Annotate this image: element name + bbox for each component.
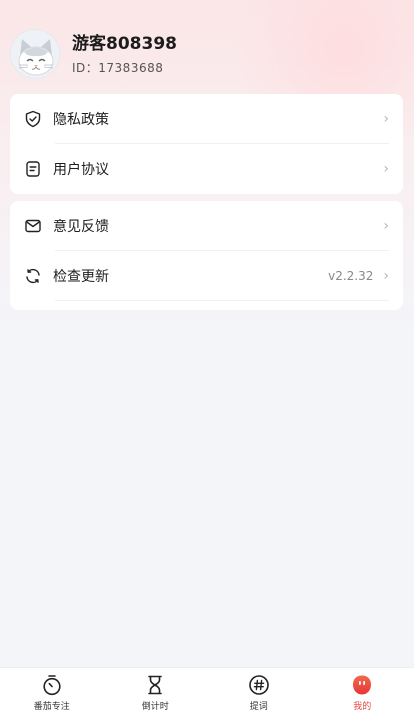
mail-icon — [23, 216, 43, 236]
menu-item-label: 用户协议 — [53, 162, 109, 178]
menu-item-label: 隐私政策 — [53, 112, 109, 128]
avatar[interactable] — [10, 29, 60, 79]
hourglass-icon — [144, 674, 166, 696]
hashtag-icon — [248, 674, 270, 696]
chevron-right-icon: › — [383, 111, 389, 127]
version-text: v2.2.32 — [328, 269, 374, 283]
menu-item-check-update[interactable]: 检查更新 v2.2.32 › — [10, 251, 403, 301]
cat-avatar-icon — [11, 30, 59, 78]
profile-info: 游客808398 ID：17383688 — [72, 33, 177, 76]
tab-countdown[interactable]: 倒计时 — [104, 668, 208, 713]
tab-label: 我的 — [353, 702, 372, 712]
menu-item-label: 意见反馈 — [53, 219, 109, 235]
shield-check-icon — [23, 109, 43, 129]
menu-item-feedback[interactable]: 意见反馈 › — [10, 201, 403, 251]
tab-label: 番茄专注 — [33, 702, 70, 712]
menu-item-user-agreement[interactable]: 用户协议 › — [10, 144, 403, 194]
chevron-right-icon: › — [383, 161, 389, 177]
tab-label: 提词 — [249, 702, 268, 712]
menu-item-privacy-policy[interactable]: 隐私政策 › — [10, 94, 403, 144]
tab-pomodoro[interactable]: 番茄专注 — [0, 668, 104, 713]
menu-item-label: 检查更新 — [53, 269, 109, 285]
refresh-icon — [23, 266, 43, 286]
profile-face-icon — [351, 674, 373, 696]
divider — [55, 300, 389, 301]
stopwatch-icon — [41, 674, 63, 696]
tab-prompter[interactable]: 提词 — [207, 668, 311, 713]
user-id: ID：17383688 — [72, 60, 164, 75]
profile-header: 游客808398 ID：17383688 — [10, 26, 404, 82]
bottom-tab-bar: 番茄专注 倒计时 提词 我的 — [0, 667, 414, 713]
tab-mine[interactable]: 我的 — [311, 668, 414, 713]
settings-card-legal: 隐私政策 › 用户协议 › — [10, 94, 403, 194]
username: 游客808398 — [72, 33, 177, 54]
tab-label: 倒计时 — [141, 702, 169, 712]
chevron-right-icon: › — [383, 218, 389, 234]
settings-card-support: 意见反馈 › 检查更新 v2.2.32 › — [10, 201, 403, 310]
chevron-right-icon: › — [383, 268, 389, 284]
document-icon — [23, 159, 43, 179]
